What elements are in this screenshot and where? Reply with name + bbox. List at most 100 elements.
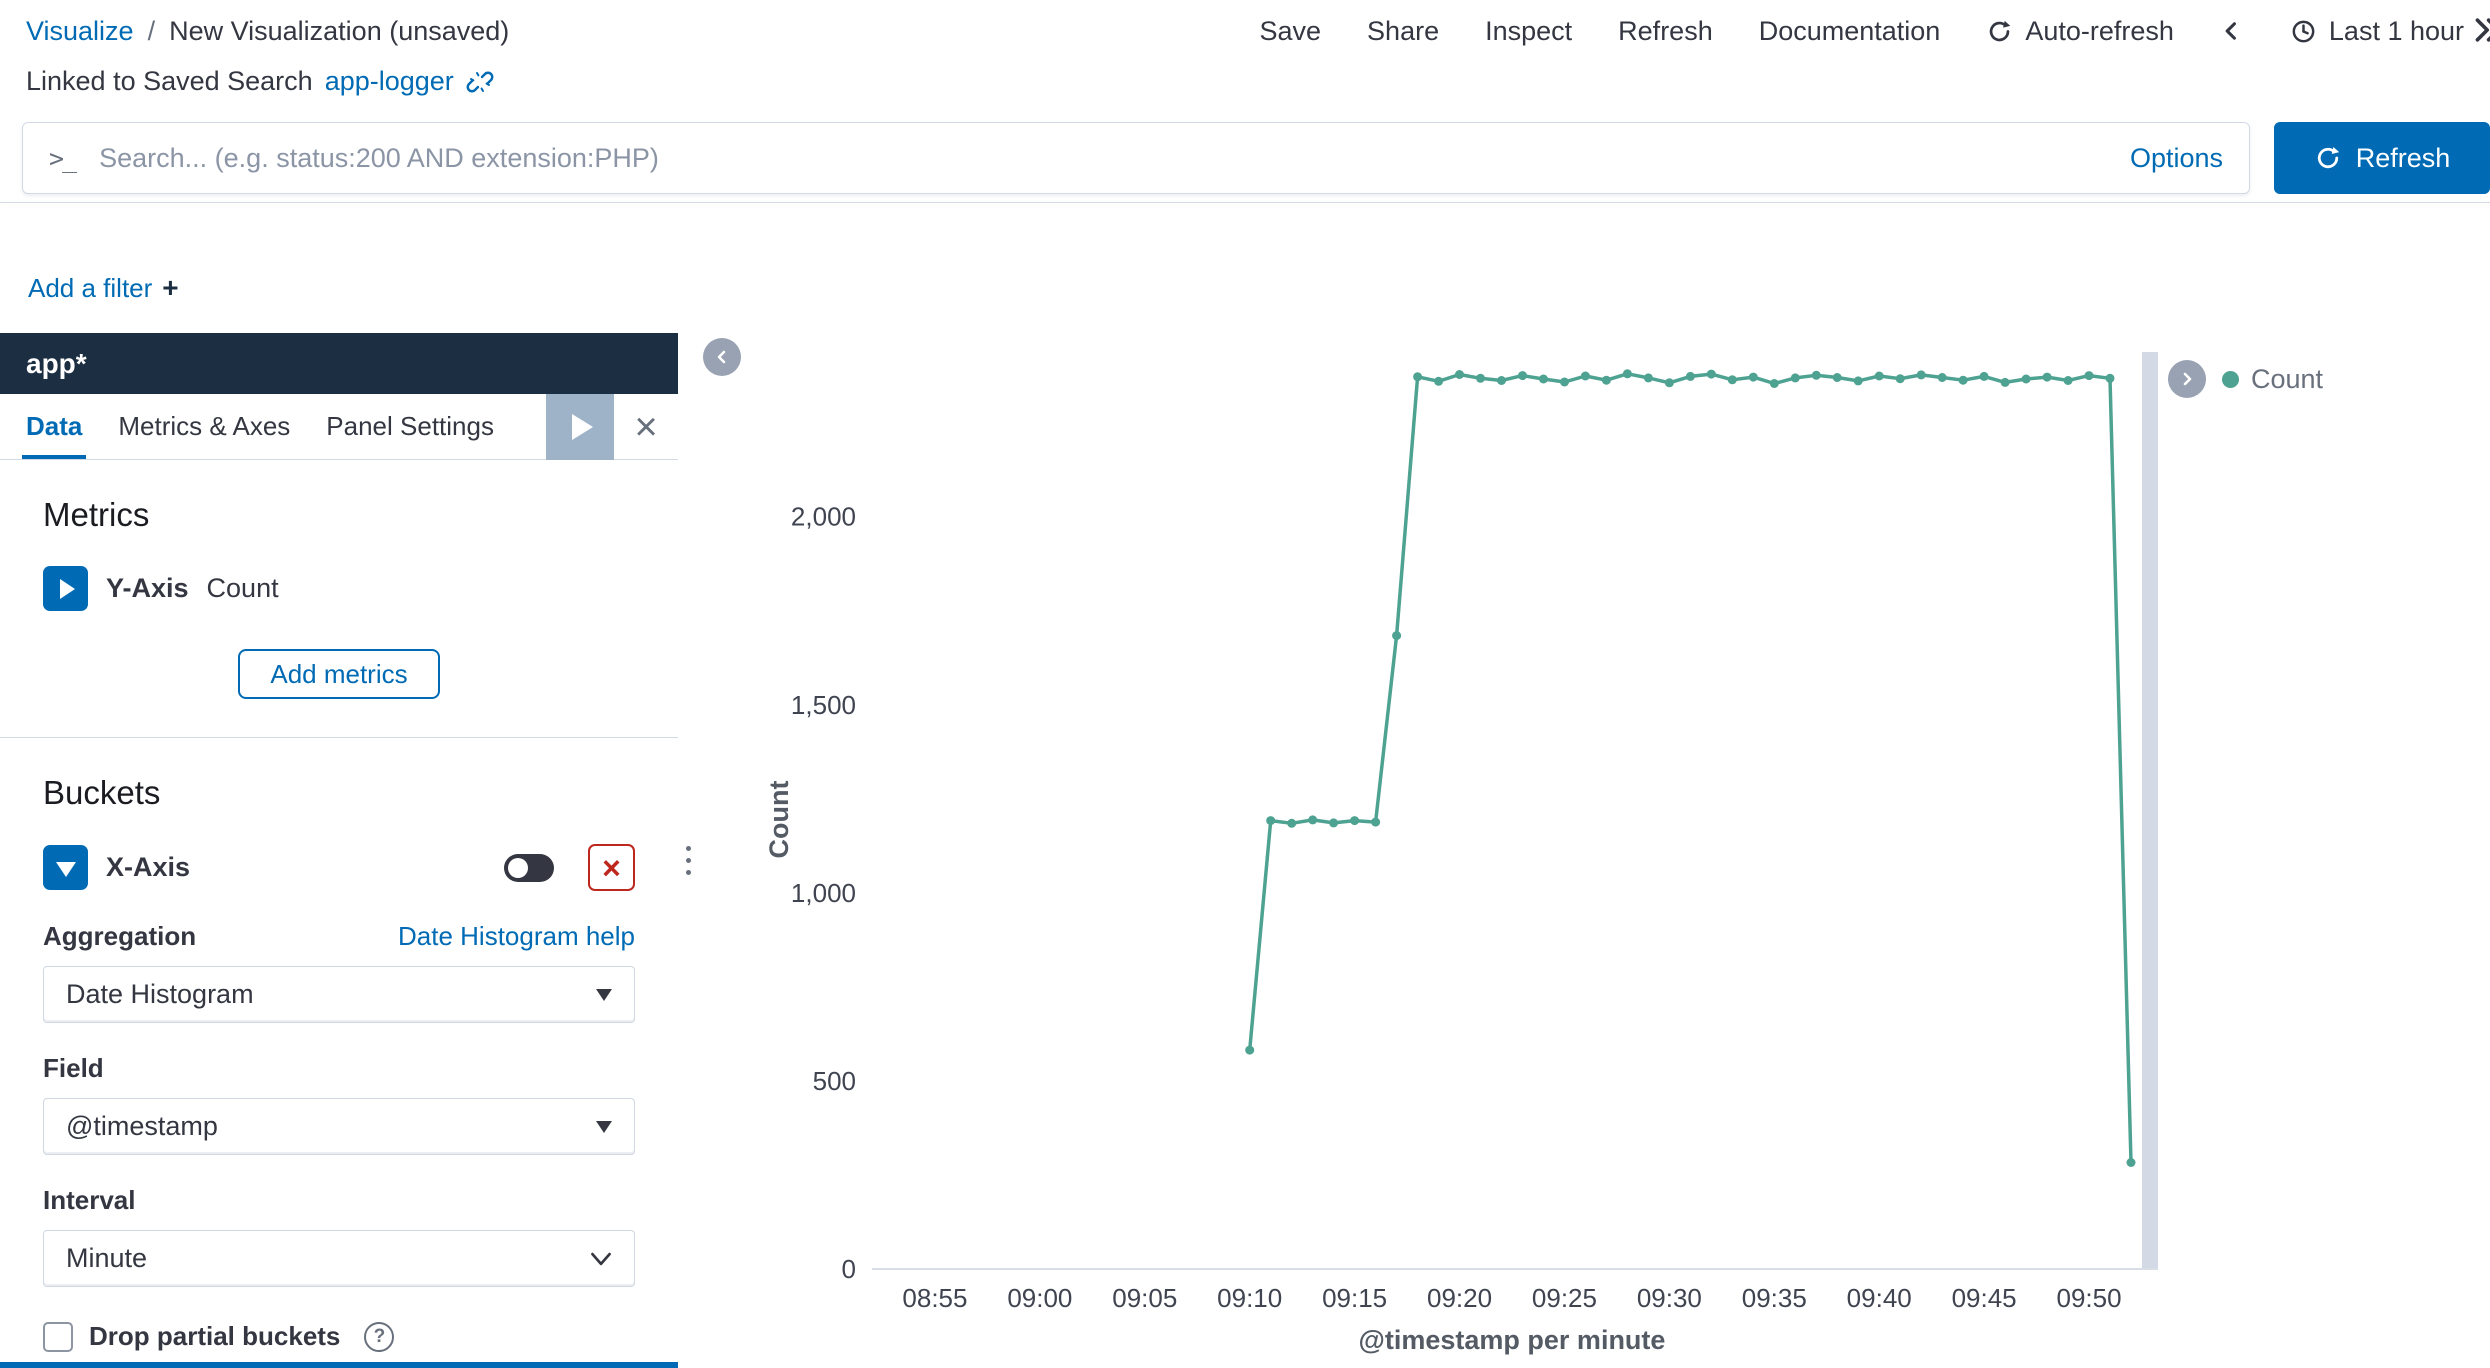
top-bar: Visualize / New Visualization (unsaved) … (0, 0, 2490, 62)
svg-text:@timestamp per minute: @timestamp per minute (1359, 1325, 1666, 1355)
time-range-label: Last 1 hour (2329, 16, 2464, 47)
top-menu: Save Share Inspect Refresh Documentation… (1260, 16, 2490, 47)
apply-changes-button[interactable] (546, 394, 614, 460)
plus-icon: + (162, 272, 178, 304)
svg-text:09:45: 09:45 (1952, 1283, 2017, 1313)
kibana-visualize-app: Visualize / New Visualization (unsaved) … (0, 0, 2490, 1368)
field-select[interactable]: @timestamp (43, 1098, 635, 1155)
editor-tabs: Data Metrics & Axes Panel Settings × (0, 394, 678, 460)
search-input[interactable] (99, 143, 2108, 174)
interval-label: Interval (43, 1185, 136, 1216)
field-label: Field (43, 1053, 104, 1084)
toggle-knob (508, 858, 528, 878)
add-filter-link[interactable]: Add a filter + (28, 272, 179, 304)
field-label-row: Field (43, 1053, 635, 1084)
linked-prefix: Linked to Saved Search (26, 66, 313, 97)
caret-down-icon (596, 1121, 612, 1133)
svg-text:08:55: 08:55 (902, 1283, 967, 1313)
clock-icon (2290, 18, 2317, 45)
query-prompt-icon: >_ (49, 144, 75, 173)
unlink-icon[interactable] (466, 68, 494, 96)
svg-text:09:15: 09:15 (1322, 1283, 1387, 1313)
metrics-section: Metrics Y-Axis Count Add metrics (0, 460, 678, 737)
menu-share[interactable]: Share (1367, 16, 1439, 47)
remove-x-axis-button[interactable]: × (588, 844, 635, 891)
time-picker[interactable]: Last 1 hour (2290, 16, 2464, 47)
interval-select[interactable]: Minute (43, 1230, 635, 1287)
y-axis-expand-button[interactable] (43, 566, 88, 611)
chevron-right-icon (60, 579, 75, 599)
index-pattern-header: app* (0, 333, 678, 394)
date-histogram-help-link[interactable]: Date Histogram help (398, 921, 635, 952)
drop-partial-checkbox[interactable] (43, 1322, 73, 1352)
time-next-button[interactable] (2472, 16, 2490, 44)
header-divider (0, 202, 2490, 203)
svg-text:Count: Count (764, 781, 794, 859)
breadcrumb-visualize[interactable]: Visualize (26, 16, 134, 47)
breadcrumb: Visualize / New Visualization (unsaved) (26, 16, 509, 47)
svg-text:09:10: 09:10 (1217, 1283, 1282, 1313)
aggregation-label-row: Aggregation Date Histogram help (43, 921, 635, 952)
y-axis-label: Y-Axis (106, 573, 189, 604)
tab-data[interactable]: Data (8, 394, 100, 459)
linked-saved-search-row: Linked to Saved Search app-logger (26, 66, 494, 97)
menu-refresh[interactable]: Refresh (1618, 16, 1713, 47)
time-prev-button[interactable] (2220, 19, 2244, 43)
refresh-icon (2314, 144, 2342, 172)
aggregation-select[interactable]: Date Histogram (43, 966, 635, 1023)
chart-area: 05001,0001,5002,00008:5509:0009:0509:100… (700, 330, 2180, 1368)
svg-text:1,000: 1,000 (791, 878, 856, 908)
menu-inspect[interactable]: Inspect (1485, 16, 1572, 47)
drop-partial-label: Drop partial buckets (89, 1321, 340, 1352)
x-axis-row: X-Axis × (43, 844, 635, 891)
play-icon (572, 414, 593, 440)
refresh-button[interactable]: Refresh (2274, 122, 2490, 194)
buckets-section: Buckets X-Axis × Aggregation Date Histog… (0, 738, 678, 1368)
search-bar: >_ Options (22, 122, 2250, 194)
metrics-heading: Metrics (43, 496, 635, 534)
svg-text:09:35: 09:35 (1742, 1283, 1807, 1313)
saved-search-link[interactable]: app-logger (325, 66, 454, 97)
svg-text:09:25: 09:25 (1532, 1283, 1597, 1313)
svg-text:09:50: 09:50 (2057, 1283, 2122, 1313)
x-axis-collapse-button[interactable] (43, 845, 88, 890)
aggregation-label: Aggregation (43, 921, 196, 952)
field-select-value: @timestamp (66, 1111, 218, 1142)
menu-documentation[interactable]: Documentation (1759, 16, 1941, 47)
tab-metrics-axes[interactable]: Metrics & Axes (100, 394, 308, 459)
discard-changes-button[interactable]: × (614, 394, 678, 460)
interval-label-row: Interval (43, 1185, 635, 1216)
bottom-accent-bar (0, 1362, 678, 1368)
collapse-sidebar-button[interactable] (703, 338, 741, 376)
auto-refresh-button[interactable]: Auto-refresh (1986, 16, 2174, 47)
svg-text:09:20: 09:20 (1427, 1283, 1492, 1313)
collapse-legend-button[interactable] (2168, 360, 2206, 398)
tab-panel-settings[interactable]: Panel Settings (308, 394, 512, 459)
y-axis-row: Y-Axis Count (43, 566, 635, 611)
svg-text:09:00: 09:00 (1007, 1283, 1072, 1313)
legend-series-dot (2222, 371, 2239, 388)
legend-series-label: Count (2251, 364, 2323, 395)
svg-text:09:30: 09:30 (1637, 1283, 1702, 1313)
breadcrumb-current: New Visualization (unsaved) (169, 16, 509, 47)
query-options-link[interactable]: Options (2130, 143, 2223, 174)
svg-text:500: 500 (813, 1066, 856, 1096)
add-metrics-button[interactable]: Add metrics (238, 649, 439, 699)
buckets-heading: Buckets (43, 774, 635, 812)
auto-refresh-icon (1986, 18, 2013, 45)
aggregation-select-value: Date Histogram (66, 979, 254, 1010)
visualization-chart[interactable]: 05001,0001,5002,00008:5509:0009:0509:100… (700, 330, 2180, 1368)
drop-partial-row: Drop partial buckets ? (43, 1321, 635, 1352)
panel-resizer[interactable] (680, 840, 697, 881)
menu-save[interactable]: Save (1260, 16, 1322, 47)
svg-text:1,500: 1,500 (791, 690, 856, 720)
x-axis-enable-toggle[interactable] (504, 854, 554, 882)
legend-item-count[interactable]: Count (2222, 364, 2323, 395)
breadcrumb-separator: / (148, 16, 156, 47)
help-icon[interactable]: ? (364, 1322, 394, 1352)
auto-refresh-label: Auto-refresh (2025, 16, 2174, 47)
chevron-down-icon (590, 1250, 612, 1268)
svg-text:2,000: 2,000 (791, 502, 856, 532)
vis-editor-sidebar: app* Data Metrics & Axes Panel Settings … (0, 333, 678, 1368)
add-filter-label: Add a filter (28, 273, 152, 304)
